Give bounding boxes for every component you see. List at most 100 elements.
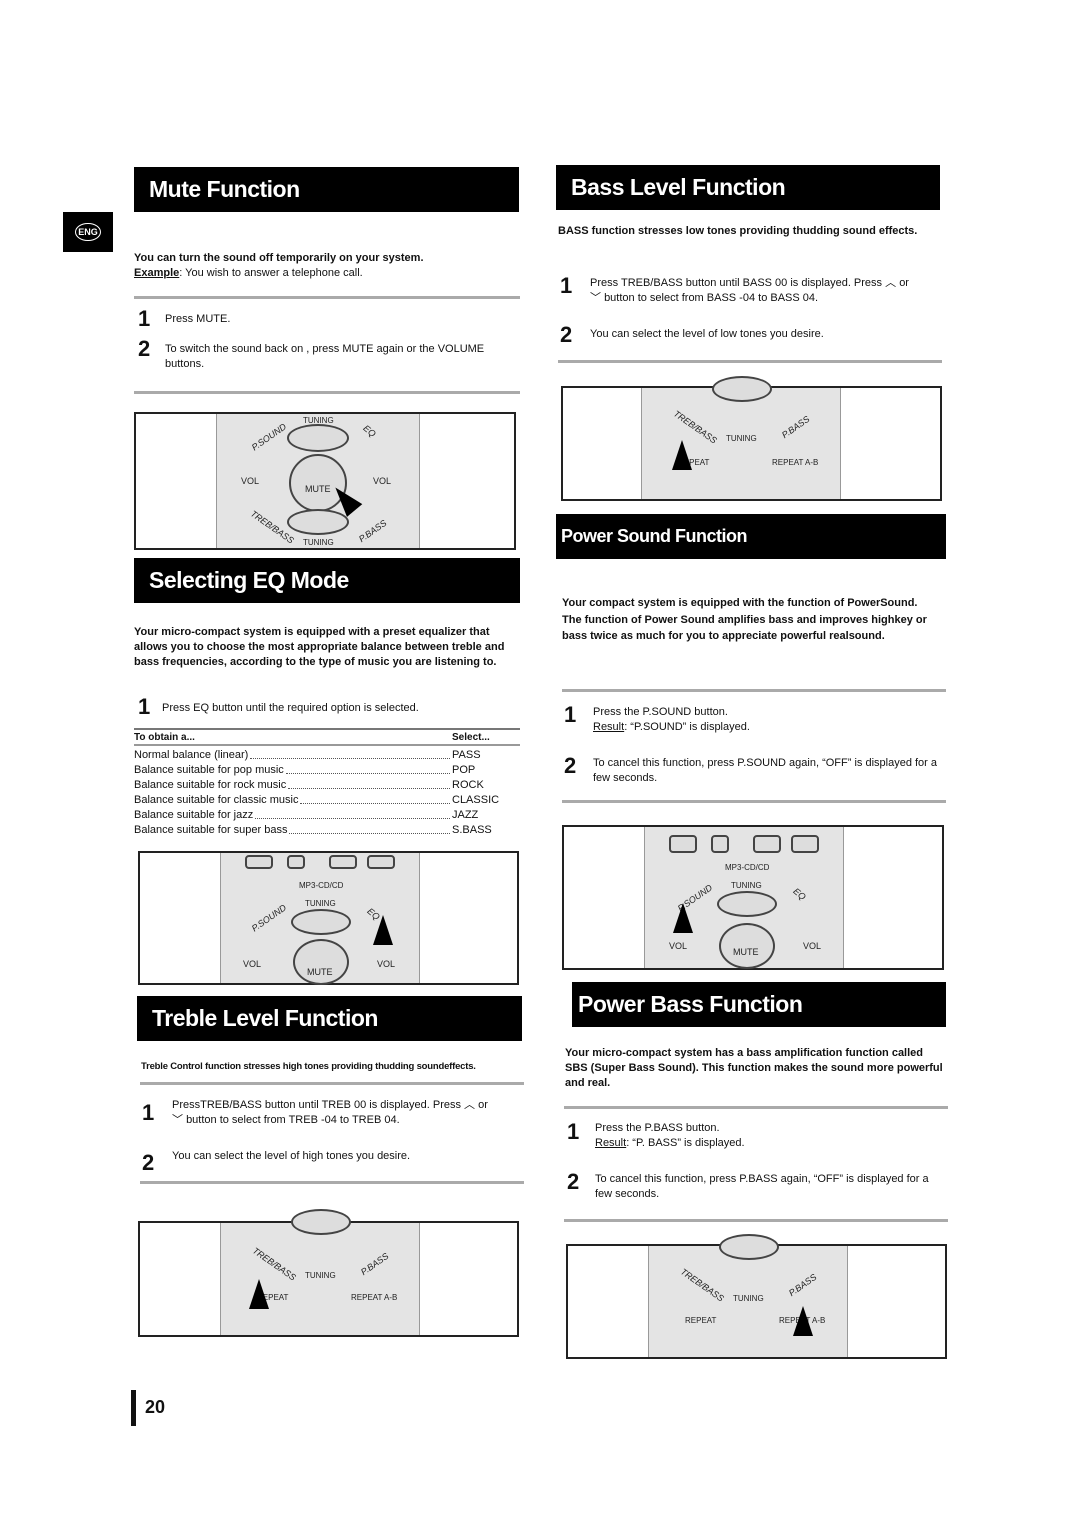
pointer-arrow-icon <box>672 440 692 470</box>
mute-header: Mute Function <box>134 167 519 212</box>
eq-label: EQ <box>791 885 808 903</box>
step-text: Press TREB/BASS button until BASS 00 is … <box>590 277 883 289</box>
play-pause-button <box>329 855 357 869</box>
eq-intro: Your micro-compact system is equipped wi… <box>134 626 505 668</box>
page-number: 20 <box>145 1397 166 1417</box>
remote-image-bass: TREB/BASS TUNING P.BASS REPEAT REPEAT A-… <box>561 376 942 501</box>
treble-step1: PressTREB/BASS button until TREB 00 is d… <box>172 1098 522 1128</box>
down-button <box>291 1209 351 1235</box>
step-text: Press the P.BASS button. <box>595 1122 720 1134</box>
example-label: Example <box>134 267 180 279</box>
tuning-label: TUNING <box>726 434 757 443</box>
psound-label: P.SOUND <box>249 421 289 453</box>
tuning-label: TUNING <box>303 538 334 547</box>
pbass-label: P.BASS <box>356 517 389 545</box>
pbass-intro: Your micro-compact system has a bass amp… <box>565 1047 943 1089</box>
mp3cd-label: MP3-CD/CD <box>299 881 344 890</box>
tuning-label: TUNING <box>305 899 336 908</box>
select-cell: POP <box>452 764 476 776</box>
bass-step2: You can select the level of low tones yo… <box>590 328 824 340</box>
divider <box>134 391 520 394</box>
pbass-step1: Press the P.BASS button. Result: “P. BASS… <box>595 1121 745 1151</box>
stop-button <box>287 855 305 869</box>
eq-table-row: Balance suitable for rock music ROCK <box>134 778 520 793</box>
play-pause-button <box>753 835 781 853</box>
example-text: : You wish to answer a telephone call. <box>179 267 363 279</box>
obtain-cell: Balance suitable for rock music <box>134 779 287 791</box>
step-number: 1 <box>138 694 151 719</box>
eq-header: Selecting EQ Mode <box>134 558 520 603</box>
select-cell: PASS <box>452 749 481 761</box>
down-button <box>712 376 772 402</box>
bass-intro: BASS function stresses low tones providi… <box>558 225 918 237</box>
eq-table-row: Balance suitable for jazz JAZZ <box>134 808 520 823</box>
bass-step1: Press TREB/BASS button until BASS 00 is … <box>590 276 945 306</box>
eq-table-row: Balance suitable for pop music POP <box>134 763 520 778</box>
step-number: 2 <box>564 753 577 778</box>
pbass-label: P.BASS <box>779 413 812 441</box>
step-number: 1 <box>567 1119 580 1144</box>
mute-button: MUTE <box>293 939 349 985</box>
divider <box>562 800 946 803</box>
divider <box>134 296 520 299</box>
mute-label: MUTE <box>305 484 331 494</box>
divider <box>558 360 942 363</box>
pointer-arrow-icon <box>373 915 393 945</box>
obtain-cell: Balance suitable for pop music <box>134 764 284 776</box>
eq-table-row: Normal balance (linear) PASS <box>134 748 520 763</box>
result-label: Result <box>593 721 625 733</box>
select-cell: S.BASS <box>452 824 492 836</box>
divider <box>562 689 946 692</box>
page-number-bar <box>131 1390 136 1426</box>
step-number: 2 <box>142 1150 155 1175</box>
step-text: button to select from BASS -04 to BASS 0… <box>604 292 819 304</box>
vol-label: VOL <box>241 476 260 486</box>
dot-leader <box>300 793 450 804</box>
step-number: 1 <box>564 702 577 727</box>
repeat-ab-label: REPEAT A-B <box>351 1293 398 1302</box>
intro-text: Your compact system is equipped with the… <box>562 597 918 609</box>
pbass-step2: To cancel this function, press P.BASS ag… <box>595 1173 929 1200</box>
dot-leader <box>288 778 450 789</box>
treble-step2: You can select the level of high tones y… <box>172 1150 411 1162</box>
remote-image-eq: MP3-CD/CD TUNING P.SOUND EQ VOL MUTE VOL <box>138 851 519 985</box>
mute-step1: Press MUTE. <box>165 313 231 325</box>
obtain-cell: Normal balance (linear) <box>134 749 249 761</box>
vol-label: VOL <box>373 476 392 486</box>
intro-text: The function of Power Sound amplifies ba… <box>562 613 927 643</box>
trebbass-label: TREB/BASS <box>250 1245 298 1283</box>
vol-label: VOL <box>669 941 688 951</box>
tuning-label: TUNING <box>733 1294 764 1303</box>
bass-header: Bass Level Function <box>556 165 940 210</box>
up-chevron-icon: ︿ <box>885 277 897 289</box>
mute-button: MUTE <box>719 923 775 969</box>
pbass-header: Power Bass Function <box>572 982 946 1027</box>
treble-intro: Treble Control function stresses high to… <box>141 1061 476 1072</box>
psound-header: Power Sound Function <box>556 514 946 559</box>
result-label: Result <box>595 1137 627 1149</box>
down-chevron-icon: ﹀ <box>172 1114 183 1126</box>
dot-leader <box>255 808 450 819</box>
repeat-ab-label: REPEAT A-B <box>772 458 819 467</box>
obtain-cell: Balance suitable for jazz <box>134 809 254 821</box>
eq-step1: Press EQ button until the required optio… <box>162 702 419 714</box>
forward-button <box>367 855 395 869</box>
mute-label: MUTE <box>733 947 759 957</box>
select-cell: JAZZ <box>452 809 479 821</box>
rewind-button <box>245 855 273 869</box>
psound-label: P.SOUND <box>249 902 289 934</box>
vol-label: VOL <box>803 941 822 951</box>
remote-image-mute: P.SOUND TUNING EQ VOL MUTE VOL TREB/BASS… <box>134 412 516 550</box>
mute-label: MUTE <box>307 967 333 977</box>
tuning-label: TUNING <box>305 1271 336 1280</box>
pbass-label: P.BASS <box>786 1271 819 1299</box>
up-chevron-icon: ︿ <box>464 1099 476 1111</box>
select-cell: ROCK <box>452 779 484 791</box>
dot-leader <box>285 763 450 774</box>
pointer-arrow-icon <box>793 1306 813 1336</box>
rewind-button <box>669 835 697 853</box>
obtain-cell: Balance suitable for classic music <box>134 794 299 806</box>
psound-step2: To cancel this function, press P.SOUND a… <box>593 757 937 784</box>
step-number: 2 <box>560 322 573 347</box>
pbass-label: P.BASS <box>358 1250 391 1278</box>
